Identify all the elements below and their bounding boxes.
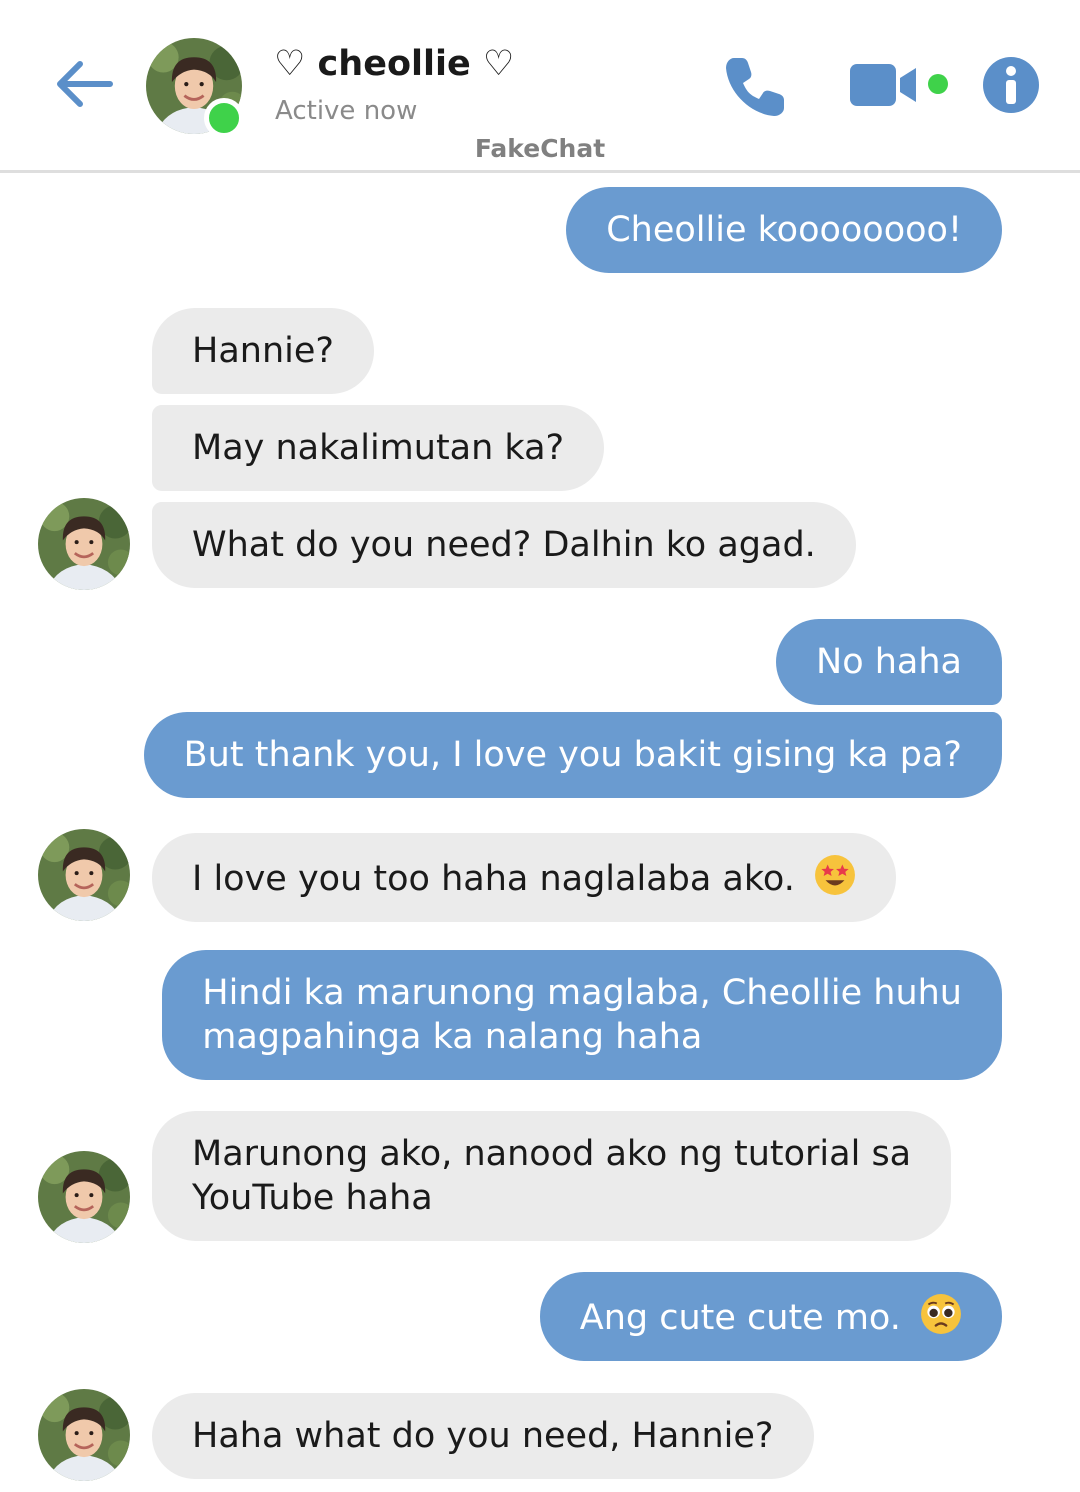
app-watermark: FakeChat (474, 134, 606, 163)
incoming-message[interactable]: I love you too haha naglalaba ako. (152, 833, 896, 922)
phone-icon[interactable] (720, 50, 792, 122)
outgoing-message[interactable]: But thank you, I love you bakit gising k… (143, 712, 1002, 798)
video-active-dot (928, 74, 948, 94)
incoming-message[interactable]: Marunong ako, nanood ako ng tutorial sa … (152, 1111, 952, 1241)
message-text: Ang cute cute mo. (579, 1298, 901, 1338)
sender-avatar[interactable] (38, 1389, 130, 1481)
message-text: I love you too haha naglalaba ako. (192, 859, 795, 899)
outgoing-message[interactable]: Ang cute cute mo. (539, 1272, 1002, 1361)
message-text: Marunong ako, nanood ako ng tutorial sa … (192, 1134, 912, 1218)
outgoing-message[interactable]: No haha (776, 619, 1002, 705)
message-text: What do you need? Dalhin ko agad. (192, 525, 816, 565)
info-icon[interactable] (982, 56, 1040, 114)
sender-avatar[interactable] (38, 1151, 130, 1243)
message-text: Haha what do you need, Hannie? (192, 1416, 774, 1456)
incoming-message[interactable]: What do you need? Dalhin ko agad. (152, 502, 856, 588)
message-text: Hannie? (192, 331, 334, 371)
outgoing-message[interactable]: Cheollie koooooooo! (566, 187, 1002, 273)
message-text: But thank you, I love you bakit gising k… (183, 735, 962, 775)
incoming-message[interactable]: May nakalimutan ka? (152, 405, 605, 491)
star-struck-emoji-icon (815, 855, 855, 895)
pleading-face-emoji-icon (921, 1294, 961, 1334)
message-text: No haha (816, 642, 962, 682)
back-arrow-icon[interactable] (52, 52, 116, 116)
sender-avatar[interactable] (38, 829, 130, 921)
incoming-message[interactable]: Haha what do you need, Hannie? (152, 1393, 814, 1479)
active-status: Active now (275, 96, 418, 126)
sender-avatar[interactable] (38, 498, 130, 590)
online-status-dot (204, 98, 244, 138)
message-text: Hindi ka marunong maglaba, Cheollie huhu… (202, 973, 962, 1057)
outgoing-message[interactable]: Hindi ka marunong maglaba, Cheollie huhu… (162, 950, 1002, 1080)
chat-header: ♡ cheollie ♡ Active now FakeChat (0, 0, 1080, 173)
contact-avatar[interactable] (146, 38, 244, 138)
video-camera-icon[interactable] (848, 58, 920, 112)
message-text: May nakalimutan ka? (192, 428, 565, 468)
incoming-message[interactable]: Hannie? (152, 308, 374, 394)
message-text: Cheollie koooooooo! (606, 210, 962, 250)
contact-name[interactable]: ♡ cheollie ♡ (274, 44, 514, 84)
